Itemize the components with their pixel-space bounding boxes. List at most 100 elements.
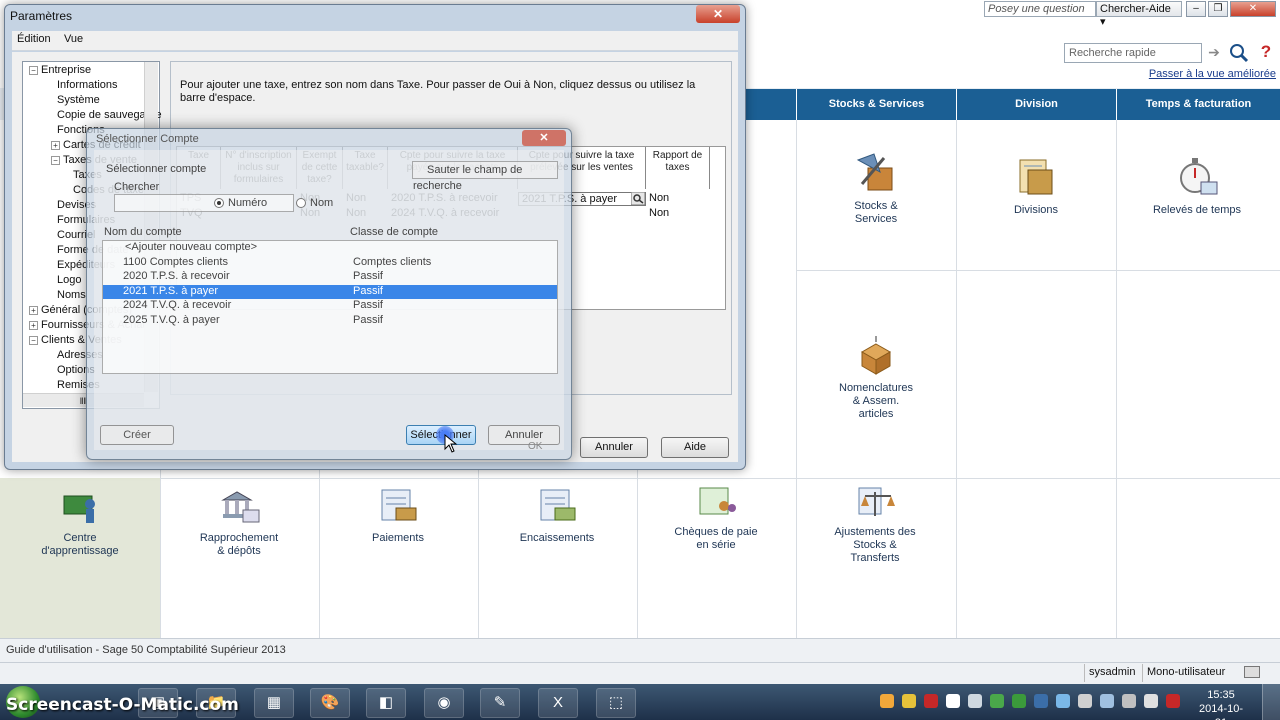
tree-item[interactable]: Noms	[57, 289, 86, 304]
search-help-button[interactable]: Chercher-Aide ▾	[1096, 1, 1182, 28]
task-reconciliation[interactable]: Rapprochement & dépôts	[179, 486, 299, 558]
arrow-right-icon[interactable]: ➔	[1206, 44, 1222, 62]
tree-item-label: Système	[57, 94, 100, 106]
radio-number[interactable]	[214, 198, 224, 208]
task-bill-of-materials[interactable]: Nomenclatures & Assem. articles	[816, 336, 936, 421]
tray-icon[interactable]	[924, 694, 938, 708]
account-class: Passif	[353, 284, 383, 297]
account-row[interactable]: 2024 T.V.Q. à recevoir Passif	[103, 299, 557, 313]
module-header-division[interactable]: Division	[956, 89, 1116, 120]
tax-cell-rapport[interactable]: Non	[646, 192, 710, 206]
account-name: 2025 T.V.Q. à payer	[123, 314, 220, 326]
expand-icon[interactable]: +	[29, 305, 38, 315]
tree-item[interactable]: Logo	[57, 274, 81, 289]
quick-search-input[interactable]: Recherche rapide	[1064, 43, 1202, 63]
account-row[interactable]: 1100 Comptes clients Comptes clients	[103, 256, 557, 270]
tray-icon[interactable]	[902, 694, 916, 708]
tray-icon[interactable]	[946, 694, 960, 708]
account-row[interactable]: 2025 T.V.Q. à payer Passif	[103, 314, 557, 328]
settings-dialog-title: Paramètres	[10, 9, 73, 23]
menu-view[interactable]: Vue	[64, 33, 83, 49]
task-payments[interactable]: Paiements	[338, 486, 458, 545]
task-label: Ajustements des Stocks & Transferts	[834, 526, 916, 564]
office-icon[interactable]: ◧	[366, 688, 406, 718]
calculator-icon[interactable]: ▦	[254, 688, 294, 718]
tree-item[interactable]: Informations	[57, 79, 118, 94]
tray-icon[interactable]	[1056, 694, 1070, 708]
mouse-cursor-icon	[444, 434, 458, 453]
select-account-label: Sélectionner compte	[106, 163, 207, 175]
task-divisions[interactable]: Divisions	[976, 154, 1096, 217]
module-header-stocks[interactable]: Stocks & Services	[796, 89, 956, 120]
cancel-button[interactable]: Annuler	[488, 425, 560, 445]
task-receipts[interactable]: Encaissements	[497, 486, 617, 545]
menu-edit[interactable]: Édition	[17, 33, 51, 49]
column-account-class: Classe de compte	[350, 226, 439, 238]
collapse-icon[interactable]: −	[29, 65, 38, 75]
sage-icon[interactable]: ✎	[480, 688, 520, 718]
help-question-icon[interactable]: ?	[1256, 42, 1276, 64]
excel-icon[interactable]: X	[538, 688, 578, 718]
module-header-time-billing[interactable]: Temps & facturation	[1116, 89, 1280, 120]
tray-icon[interactable]	[1012, 694, 1026, 708]
clock[interactable]: 15:35 2014-10-31	[1196, 688, 1246, 720]
create-button[interactable]: Créer	[100, 425, 174, 445]
mail-icon[interactable]	[1244, 666, 1260, 678]
tray-icon[interactable]	[1100, 694, 1114, 708]
box-assembly-icon	[860, 336, 892, 375]
search-icon[interactable]	[1228, 42, 1250, 64]
tree-item[interactable]: − Entreprise	[29, 64, 91, 79]
tray-icon[interactable]	[1166, 694, 1180, 708]
radio-name[interactable]	[296, 198, 306, 208]
task-stocks-services[interactable]: Stocks & Services	[816, 150, 936, 226]
minimize-icon[interactable]: –	[1186, 1, 1206, 17]
account-row[interactable]: 2020 T.P.S. à recevoir Passif	[103, 270, 557, 284]
screen-capture-icon[interactable]: ⬚	[596, 688, 636, 718]
account-lookup-icon[interactable]	[630, 191, 646, 206]
tray-icon[interactable]	[968, 694, 982, 708]
enhanced-view-link[interactable]: Passer à la vue améliorée	[1100, 68, 1276, 82]
divider	[796, 270, 1280, 271]
task-label: Rapprochement & dépôts	[199, 532, 279, 557]
show-desktop-button[interactable]	[1262, 684, 1280, 720]
account-class: Passif	[353, 299, 383, 312]
tax-cell-rapport[interactable]: Non	[646, 207, 710, 221]
paint-icon[interactable]: 🎨	[310, 688, 350, 718]
settings-menubar	[12, 31, 738, 51]
cancel-button[interactable]: Annuler	[580, 437, 648, 458]
tray-icon[interactable]	[990, 694, 1004, 708]
collapse-icon[interactable]: −	[51, 155, 60, 165]
ok-button[interactable]: OK	[528, 441, 542, 452]
tray-icon[interactable]	[1144, 694, 1158, 708]
collapse-icon[interactable]: −	[29, 335, 38, 345]
tray-icon[interactable]	[1034, 694, 1048, 708]
account-name: 2020 T.P.S. à recevoir	[123, 270, 230, 283]
account-row[interactable]: 2021 T.P.S. à payer Passif	[103, 284, 557, 299]
task-payroll-cheques[interactable]: Chèques de paie en série	[656, 484, 776, 552]
skip-search-checkbox[interactable]: Sauter le champ de recherche	[412, 161, 558, 192]
tray-icon[interactable]	[1078, 694, 1092, 708]
search-label: Chercher	[114, 181, 160, 193]
task-time-statements[interactable]: Relevés de temps	[1136, 154, 1258, 217]
help-question-input[interactable]: Posey une question	[984, 1, 1096, 17]
tree-item-label: Informations	[57, 79, 118, 91]
tray-icon[interactable]	[880, 694, 894, 708]
chrome-icon[interactable]: ◉	[424, 688, 464, 718]
tray-icon[interactable]	[1122, 694, 1136, 708]
expand-icon[interactable]: +	[29, 320, 38, 330]
tax-instructions: Pour ajouter une taxe, entrez son nom da…	[180, 79, 696, 104]
expand-icon[interactable]: +	[51, 140, 60, 150]
close-icon[interactable]: ✕	[522, 130, 566, 146]
scale-icon	[858, 487, 895, 516]
close-icon[interactable]: ✕	[1230, 1, 1276, 17]
divisions-icon	[1019, 159, 1053, 195]
tree-item[interactable]: Système	[57, 94, 100, 109]
task-label: Divisions	[1013, 204, 1058, 216]
close-icon[interactable]: ✕	[696, 5, 740, 23]
task-learning-center[interactable]: Centre d'apprentissage	[20, 490, 140, 558]
help-button[interactable]: Aide	[661, 437, 729, 458]
task-label: Paiements	[372, 532, 424, 544]
account-row[interactable]: <Ajouter nouveau compte>	[103, 241, 557, 255]
restore-icon[interactable]: ❐	[1208, 1, 1228, 17]
task-inventory-adjustments[interactable]: Ajustements des Stocks & Transferts	[815, 484, 935, 565]
